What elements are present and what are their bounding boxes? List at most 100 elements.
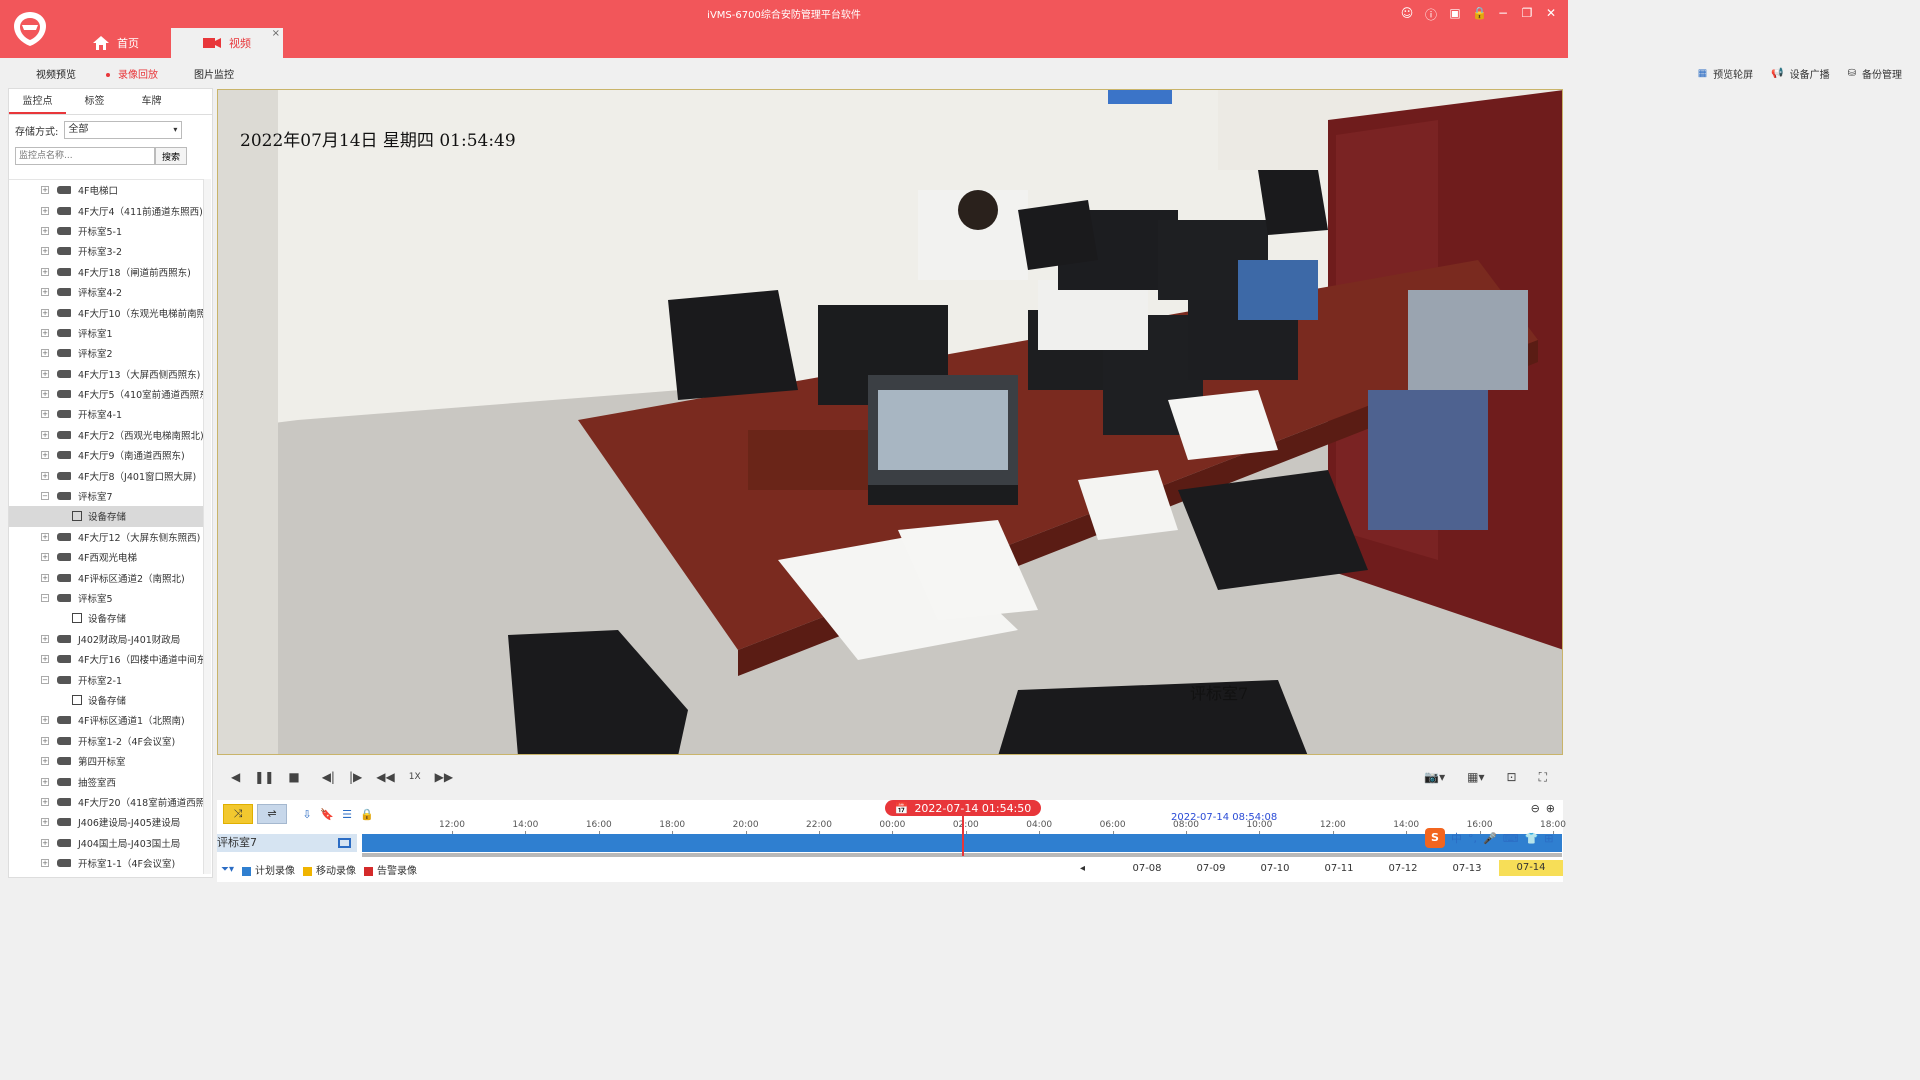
expand-icon[interactable]: +	[41, 267, 49, 276]
tree-camera-item[interactable]: + J406建设局-J405建设局	[9, 812, 203, 832]
play-reverse-icon[interactable]: ◀	[231, 770, 240, 784]
pause-icon[interactable]: ❚❚	[254, 770, 274, 784]
sync-playback-icon[interactable]: ⤨	[223, 804, 253, 824]
layout-icon[interactable]: ▦▾	[1467, 770, 1484, 785]
expand-icon[interactable]: +	[41, 430, 49, 439]
tree-storage-item[interactable]: 设备存储	[9, 690, 203, 710]
expand-icon[interactable]: +	[41, 736, 49, 745]
expand-icon[interactable]: +	[41, 859, 49, 868]
expand-icon[interactable]: +	[41, 471, 49, 480]
download-icon[interactable]: ⇩	[299, 808, 315, 821]
ime-logo-icon[interactable]: S	[1425, 828, 1445, 848]
tree-camera-item[interactable]: + 开标室1-1（4F会议室)	[9, 853, 203, 873]
collapse-icon[interactable]: −	[41, 594, 49, 602]
expand-icon[interactable]: +	[41, 247, 49, 256]
tree-camera-item[interactable]: +4F大厅12（大屏东侧东照西)	[9, 527, 203, 547]
tree-camera-item[interactable]: + 开标室3-2	[9, 241, 203, 261]
expand-icon[interactable]: +	[41, 838, 49, 847]
expand-icon[interactable]: +	[41, 451, 49, 460]
tree-camera-item[interactable]: + 评标室4-2	[9, 282, 203, 302]
tree-camera-item[interactable]: + J404国土局-J403国土局	[9, 833, 203, 853]
expand-icon[interactable]: +	[41, 553, 49, 562]
filter-icon[interactable]: ⏷▾	[221, 864, 234, 875]
ime-menu-icon[interactable]: ⊞	[1544, 832, 1553, 845]
collapse-icon[interactable]: −	[41, 492, 49, 501]
close-icon[interactable]: ✕	[1544, 6, 1558, 23]
prev-frame-icon[interactable]: ◀|	[322, 770, 335, 784]
expand-icon[interactable]: +	[41, 716, 49, 725]
tree-camera-item[interactable]: + 评标室1	[9, 323, 203, 343]
expand-icon[interactable]: +	[41, 186, 49, 195]
expand-icon[interactable]: +	[41, 328, 49, 337]
tree-camera-item[interactable]: +4F大厅13（大屏西侧西照东)	[9, 364, 203, 384]
track-video-icon[interactable]	[338, 838, 351, 848]
expand-icon[interactable]: +	[41, 797, 49, 806]
list-icon[interactable]: ☰	[339, 808, 355, 821]
date-item[interactable]: 07-11	[1307, 863, 1371, 874]
window-mode-icon[interactable]: ⊡	[1507, 770, 1517, 785]
expand-icon[interactable]: +	[41, 757, 49, 766]
ime-punct-icon[interactable]: °,	[1468, 832, 1477, 845]
tree-camera-item[interactable]: +4F电梯口	[9, 180, 203, 200]
slow-down-icon[interactable]: ◀◀	[376, 770, 394, 784]
search-input[interactable]	[15, 147, 155, 165]
expand-icon[interactable]: +	[41, 777, 49, 786]
nav-picture-monitor[interactable]: 图片监控	[194, 66, 234, 81]
tree-camera-item[interactable]: + 评标室2	[9, 343, 203, 363]
date-item[interactable]: 07-13	[1435, 863, 1499, 874]
timeline-cursor[interactable]	[962, 816, 964, 856]
tree-camera-item[interactable]: + 开标室1-2（4F会议室)	[9, 731, 203, 751]
tree-camera-item[interactable]: +4F大厅18（闸道前西照东)	[9, 262, 203, 282]
tree-camera-item[interactable]: − 开标室2-1	[9, 669, 203, 689]
minimize-icon[interactable]: −	[1496, 6, 1510, 23]
tab-close-icon[interactable]: ×	[272, 28, 280, 39]
tree-camera-item[interactable]: + J402财政局-J401财政局	[9, 629, 203, 649]
tree-storage-item[interactable]: 设备存储	[9, 506, 203, 527]
ime-keyboard-icon[interactable]: ⌨	[1503, 832, 1519, 845]
search-button[interactable]: 搜索	[155, 147, 187, 165]
tab-monitor-points[interactable]: 监控点	[9, 89, 66, 114]
device-broadcast-button[interactable]: 📢 设备广播	[1771, 66, 1829, 81]
expand-icon[interactable]: +	[41, 410, 49, 419]
date-item[interactable]: 07-08	[1115, 863, 1179, 874]
preview-cycle-button[interactable]: ▦ 预览轮屏	[1698, 66, 1753, 81]
nav-playback[interactable]: 录像回放	[106, 66, 158, 81]
fullscreen-icon[interactable]: ⛶	[1539, 770, 1547, 785]
tree-camera-item[interactable]: + 抽签室西	[9, 771, 203, 791]
snapshot-icon[interactable]: 📷▾	[1424, 770, 1445, 785]
tree-camera-item[interactable]: +4F大厅9（南通道西照东)	[9, 445, 203, 465]
expand-icon[interactable]: +	[41, 206, 49, 215]
expand-icon[interactable]: +	[41, 390, 49, 399]
tree-camera-item[interactable]: +4F大厅10（东观光电梯前南照	[9, 302, 203, 322]
bookmark-icon[interactable]: 🔖	[319, 808, 335, 821]
expand-icon[interactable]: +	[41, 226, 49, 235]
tree-camera-item[interactable]: +4F大厅5（410室前通道西照东	[9, 384, 203, 404]
info-icon[interactable]: ⓘ	[1424, 6, 1438, 23]
next-frame-icon[interactable]: |▶	[349, 770, 362, 784]
expand-icon[interactable]: +	[41, 369, 49, 378]
expand-icon[interactable]: +	[41, 655, 49, 664]
lock-record-icon[interactable]: 🔒	[359, 808, 375, 821]
tree-camera-item[interactable]: − 评标室5	[9, 588, 203, 608]
expand-icon[interactable]: +	[41, 288, 49, 297]
tree-camera-item[interactable]: +4F大厅16（四楼中通道中间东	[9, 649, 203, 669]
tree-camera-item[interactable]: + 开标室4-1	[9, 404, 203, 424]
tree-scrollbar[interactable]	[203, 179, 211, 874]
user-icon[interactable]: ☺	[1400, 6, 1414, 23]
expand-icon[interactable]: +	[41, 573, 49, 582]
date-item[interactable]: 07-09	[1179, 863, 1243, 874]
stop-icon[interactable]: ■	[288, 770, 299, 784]
storage-select[interactable]: 全部	[64, 121, 183, 139]
tree-storage-item[interactable]: 设备存储	[9, 608, 203, 628]
collapse-icon[interactable]: −	[41, 675, 49, 684]
tab-tags[interactable]: 标签	[66, 89, 123, 114]
tree-camera-item[interactable]: + 开标室5-1	[9, 221, 203, 241]
zoom-out-icon[interactable]: ⊖	[1531, 802, 1540, 815]
tree-camera-item[interactable]: +4F评标区通道2（南照北)	[9, 567, 203, 587]
tree-camera-item[interactable]: +4F大厅8（J401窗口照大屏)	[9, 465, 203, 485]
expand-icon[interactable]: +	[41, 634, 49, 643]
maximize-icon[interactable]: ❐	[1520, 6, 1534, 23]
tab-video[interactable]: 视频 ×	[171, 28, 283, 58]
nav-video-preview[interactable]: 视频预览	[36, 66, 76, 81]
tree-camera-item[interactable]: − 评标室7	[9, 486, 203, 506]
